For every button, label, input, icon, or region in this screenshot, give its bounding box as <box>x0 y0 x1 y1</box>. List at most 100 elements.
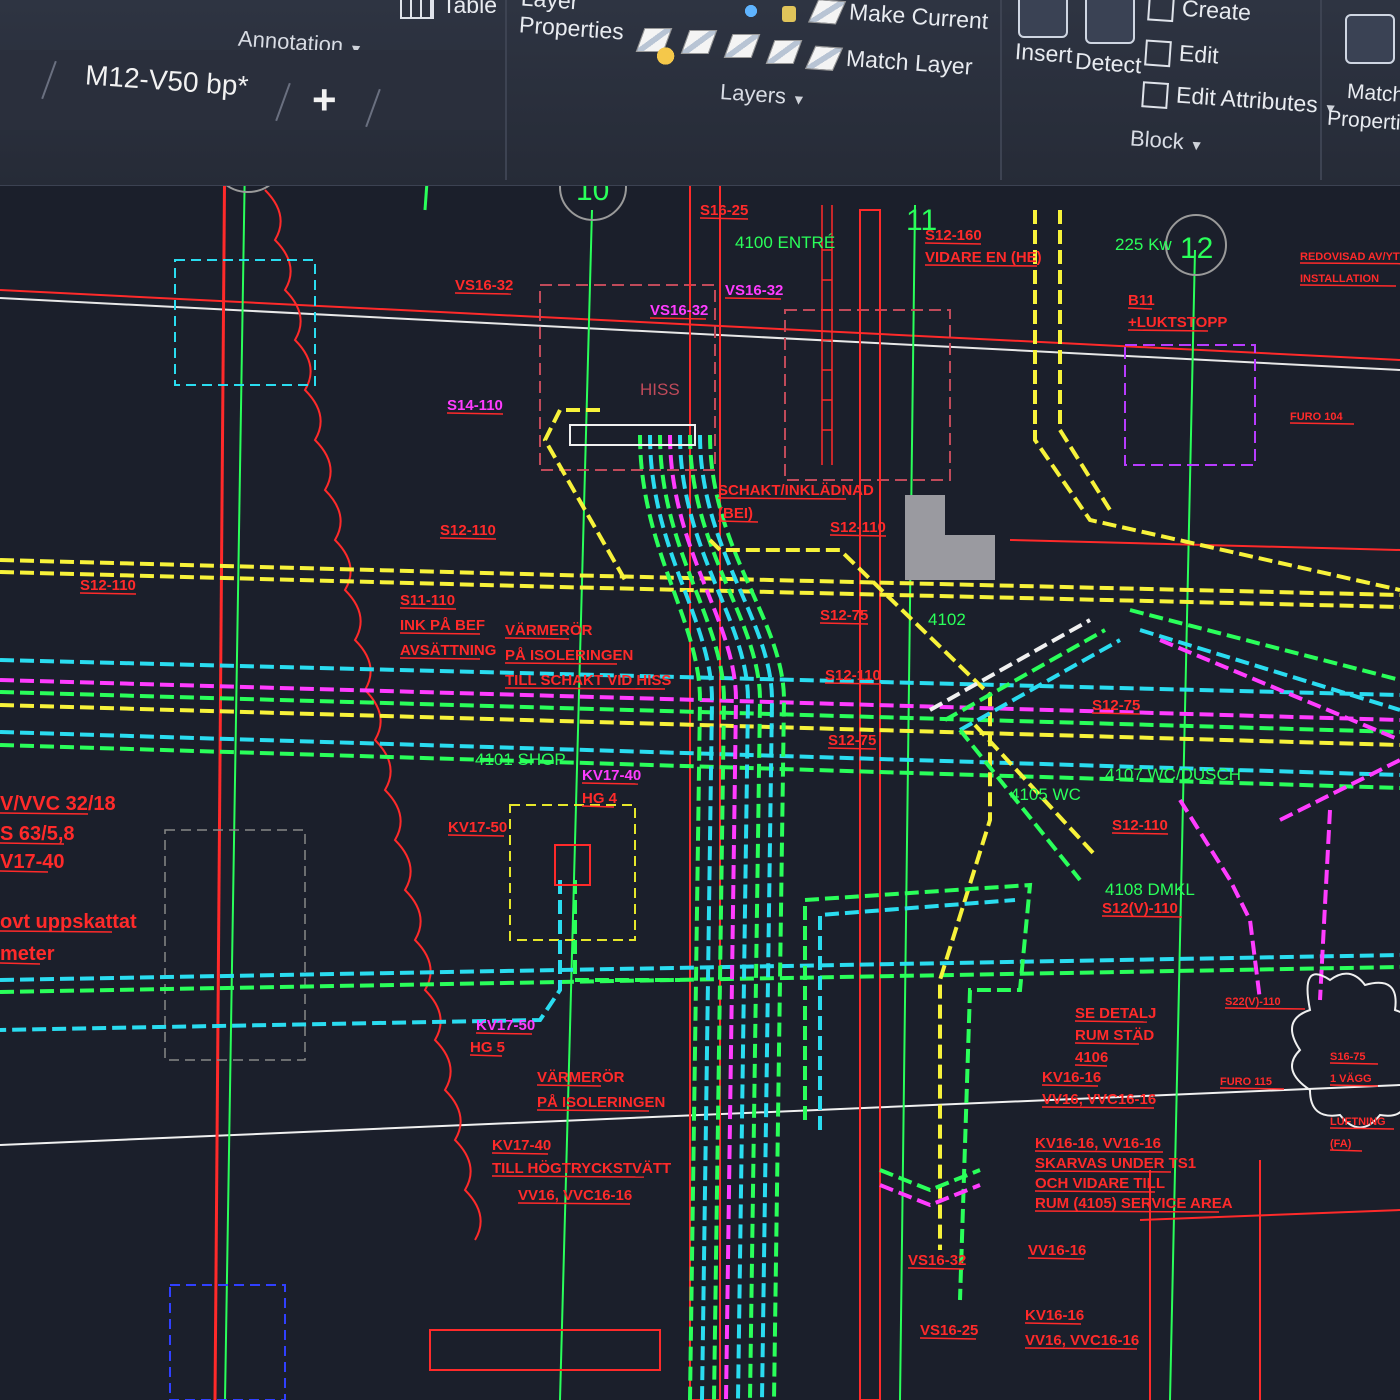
label-leader <box>517 1202 631 1205</box>
label-leader <box>649 317 707 320</box>
drawing-canvas[interactable]: 9 10 11 12 <box>0 120 1400 1400</box>
layer-on-icon[interactable] <box>738 0 764 22</box>
table-button[interactable]: Table <box>400 0 497 19</box>
create-block-button[interactable]: Create <box>1147 0 1252 27</box>
layer-properties-button[interactable]: Layer Properties <box>518 0 626 46</box>
pipe-annotation-label: S12-75 <box>828 732 876 749</box>
label-leader <box>1219 1087 1285 1090</box>
room-label: 4102 <box>928 610 966 629</box>
label-leader <box>469 1054 503 1057</box>
pipe-annotation-label: VV16, VVC16-16 <box>518 1187 632 1204</box>
label-leader <box>924 242 982 245</box>
pipe-annotation-label: SCHAKT/INKLÄDNAD <box>718 482 874 499</box>
pipe-annotation-label: VV16, VVC16-16 <box>1025 1332 1139 1349</box>
pipe-annotation-label: HG 4 <box>582 790 618 807</box>
label-leader <box>1127 307 1153 310</box>
label-leader <box>1329 1149 1363 1152</box>
pipe-annotation-label: REDOVISAD AV/YTTRE <box>1300 251 1400 263</box>
new-tab-button[interactable]: + <box>312 76 337 124</box>
pipe-annotation-label: KV17-50 <box>448 819 507 836</box>
pipe-annotation-label: KV17-40 <box>492 1137 551 1154</box>
pipe-annotation-label: HG 5 <box>470 1039 505 1056</box>
room-label: 4105 WC <box>1010 785 1081 804</box>
file-tab-bar: M12-V50 bp* + <box>0 50 1400 132</box>
label-leader <box>439 537 497 540</box>
pipe-annotation-label: KV16-16 <box>1025 1307 1084 1324</box>
room-label: 225 Kw <box>1115 235 1172 254</box>
pipe-annotation-label: AVSÄTTNING <box>400 642 496 659</box>
label-leader <box>446 412 504 415</box>
pipe-annotation-label: VV16, VVC16-16 <box>1042 1091 1156 1108</box>
pipe-annotation-label: PÅ ISOLERINGEN <box>537 1094 665 1111</box>
label-leader <box>829 534 887 537</box>
pipe-annotation-label: FURO 104 <box>1290 411 1343 423</box>
pipe-annotation-label: S12-160 <box>925 227 982 244</box>
label-leader <box>717 497 847 500</box>
label-leader <box>1074 1020 1148 1023</box>
pipe-annotation-label: KV16-16, VV16-16 <box>1035 1135 1161 1152</box>
pipe-annotation-label: S12(V)-110 <box>1102 900 1178 917</box>
pipe-annotation-label: VS16-32 <box>908 1252 966 1269</box>
label-leader <box>454 292 512 295</box>
label-leader <box>724 297 782 300</box>
label-leader <box>399 657 481 660</box>
label-leader <box>504 662 618 665</box>
label-leader <box>581 805 615 808</box>
label-leader <box>1289 422 1355 425</box>
label-leader <box>581 782 639 785</box>
label-leader <box>1024 1322 1082 1325</box>
room-label: 4107 WC/DUSCH <box>1105 765 1241 784</box>
label-leader <box>1074 1042 1140 1045</box>
pipe-annotation-label: S12-110 <box>825 667 881 684</box>
label-leader <box>399 632 481 635</box>
label-leader <box>1329 1127 1395 1130</box>
insert-block-icon[interactable] <box>1018 0 1068 38</box>
label-leader <box>399 607 457 610</box>
pipe-annotation-label: VS16-25 <box>920 1322 978 1339</box>
label-leader <box>919 1337 977 1340</box>
detect-icon[interactable] <box>1085 0 1135 44</box>
chevron-down-icon: ▼ <box>1189 136 1204 154</box>
create-block-icon <box>1147 0 1175 23</box>
label-leader <box>1299 284 1397 287</box>
label-leader <box>699 217 749 220</box>
pipe-annotation-label: meter <box>0 943 55 965</box>
label-leader <box>447 834 505 837</box>
room-label: 4108 DMKL <box>1105 880 1195 899</box>
pipe-annotation-label: S12-75 <box>1092 697 1140 714</box>
pipe-annotation-label: VV16-16 <box>1028 1242 1086 1259</box>
pipe-annotation-label: B11 <box>1128 292 1155 309</box>
label-leader <box>1224 1007 1306 1010</box>
label-leader <box>1111 832 1169 835</box>
label-leader <box>79 592 137 595</box>
pipe-annotation-label: INK PÅ BEF <box>400 617 485 634</box>
make-current-icon <box>807 0 847 25</box>
pipe-annotation-label: SE DETALJ <box>1075 1005 1156 1022</box>
label-leader <box>0 842 65 845</box>
layer-lock-icon[interactable] <box>782 6 796 22</box>
label-leader <box>1034 1170 1172 1173</box>
label-leader <box>0 812 89 815</box>
label-leader <box>1024 1347 1138 1350</box>
pipe-annotation-label: KV17-40 <box>582 767 641 784</box>
pipe-annotation-label: 1 VÄGG <box>1330 1072 1372 1085</box>
label-leader <box>827 747 877 750</box>
pipe-annotation-label: VIDARE EN (HE) <box>925 249 1042 266</box>
pipe-annotation-label: V17-40 <box>0 851 65 873</box>
label-leader <box>1329 1084 1379 1087</box>
label-leader <box>504 637 570 640</box>
label-leader <box>1101 915 1183 918</box>
make-current-button[interactable]: Make Current <box>807 0 989 35</box>
pipe-annotation-label: S12-110 <box>1112 817 1168 834</box>
pipe-annotation-label: S14-110 <box>447 397 503 414</box>
label-leader <box>717 520 759 523</box>
table-icon <box>400 0 434 19</box>
label-leader <box>924 264 1038 267</box>
grid-marker-label: 12 <box>1180 232 1213 265</box>
room-label: 4100 ENTRÉ <box>735 233 835 252</box>
cad-drawing[interactable]: 9 10 11 12 <box>0 120 1400 1400</box>
pipe-annotation-label: SKARVAS UNDER TS1 <box>1035 1155 1196 1172</box>
pipe-annotation-label: VÄRMERÖR <box>505 622 593 639</box>
label-leader <box>1041 1084 1099 1087</box>
label-leader <box>0 870 49 873</box>
